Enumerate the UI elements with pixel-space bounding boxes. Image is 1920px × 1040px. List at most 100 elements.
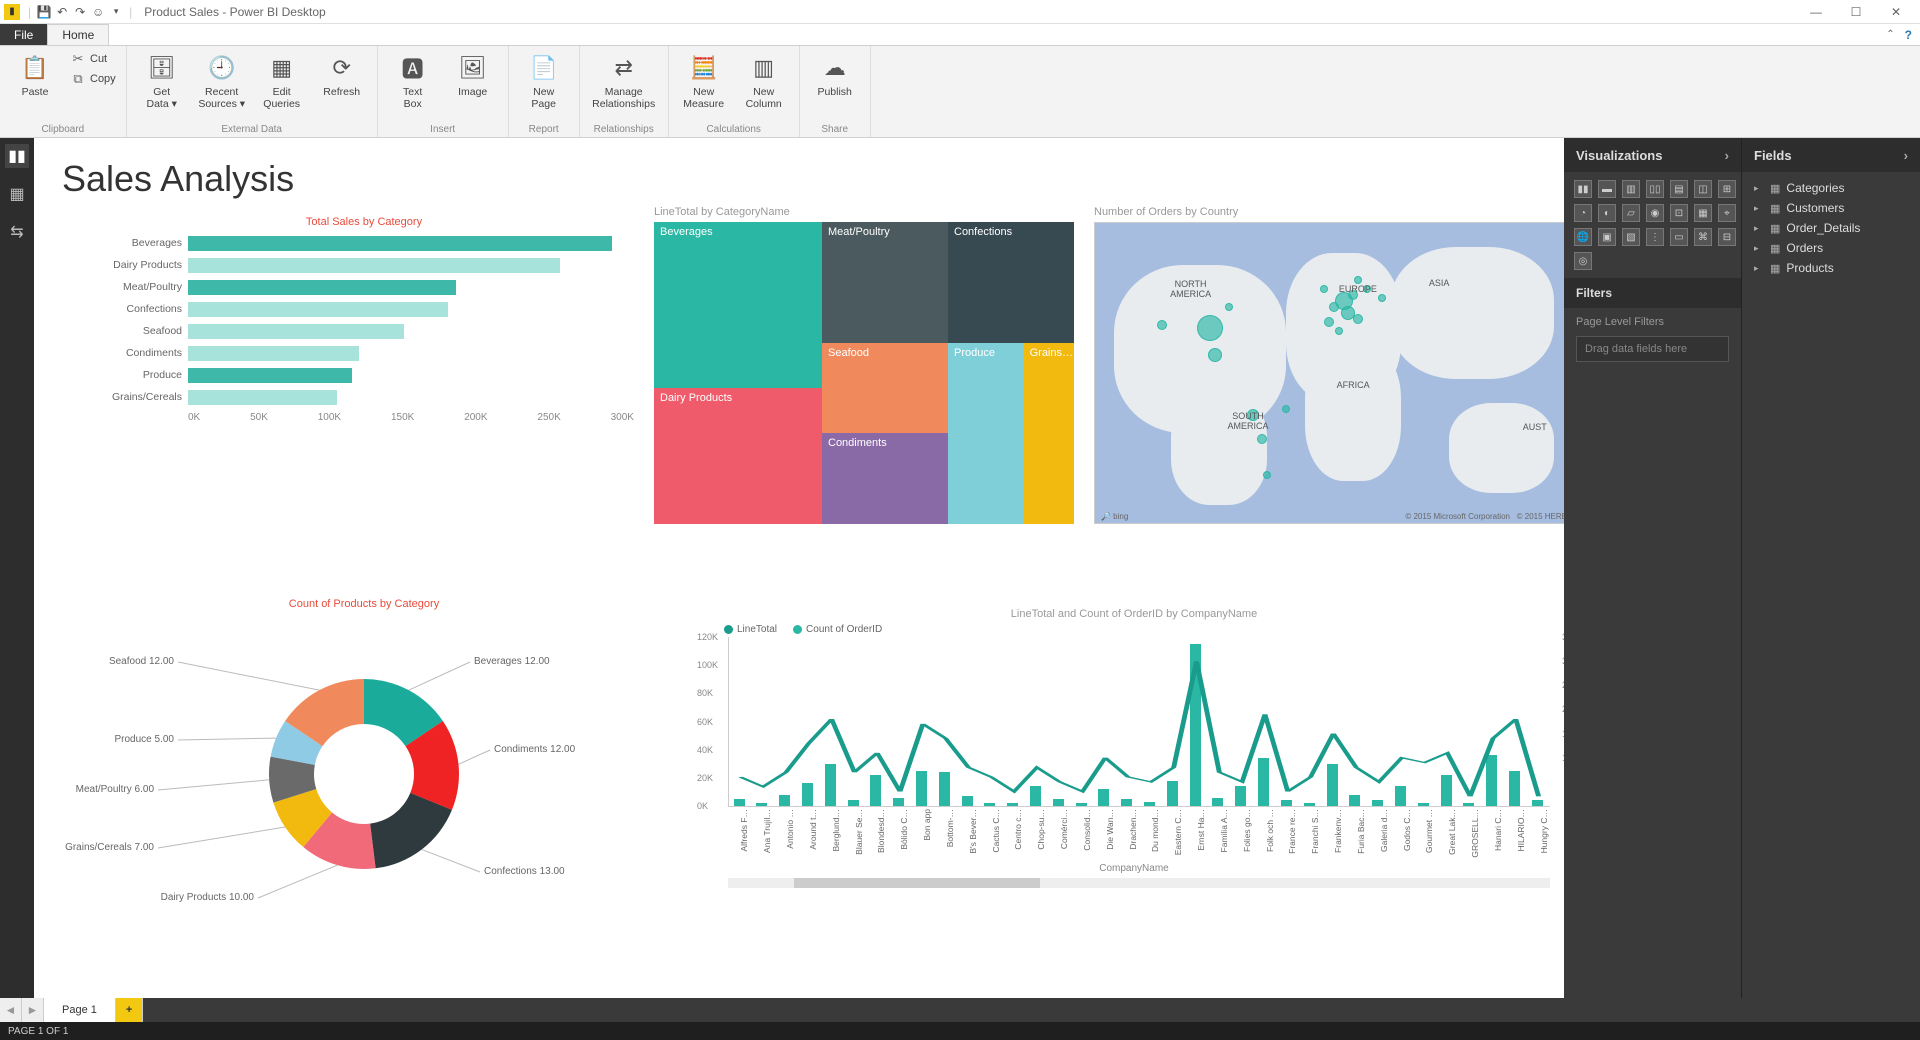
- viz-type-15[interactable]: ▣: [1598, 228, 1616, 246]
- recent-icon: 🕘: [206, 52, 238, 84]
- field-table[interactable]: ▸▦Categories: [1746, 178, 1916, 198]
- chevron-right-icon[interactable]: ›: [1904, 148, 1908, 163]
- publish-button[interactable]: ☁Publish: [808, 48, 862, 98]
- title-bar: ▮ | 💾 ↶ ↷ ☺ ▾ | Product Sales - Power BI…: [0, 0, 1920, 24]
- viz-type-17[interactable]: ⋮: [1646, 228, 1664, 246]
- page-next-button[interactable]: ►: [22, 998, 44, 1022]
- model-view-button[interactable]: ⇆: [5, 220, 29, 244]
- image-button[interactable]: 🖼Image: [446, 48, 500, 98]
- viz-type-1[interactable]: ▬: [1598, 180, 1616, 198]
- view-switcher: ▮▮ ▦ ⇆: [0, 138, 34, 998]
- viz-type-16[interactable]: ▧: [1622, 228, 1640, 246]
- viz-type-12[interactable]: ▦: [1694, 204, 1712, 222]
- chart-total-sales[interactable]: Total Sales by Category BeveragesDairy P…: [94, 216, 634, 423]
- filters-header: Filters: [1564, 278, 1741, 308]
- page-tab-1[interactable]: Page 1: [44, 998, 116, 1022]
- close-button[interactable]: ✕: [1876, 0, 1916, 24]
- qat-dropdown-icon[interactable]: ▾: [107, 3, 125, 21]
- visualizations-pane: Visualizations › ▮▮ ▬ ▥ ▯▯ ▤ ◫ ⊞ ◔ ◐ ▱ ◉ ⊡ ▦ ⌖ 🌐 ▣ ▧ ⋮ ▭ ⌘ ⊟…: [1564, 138, 1742, 998]
- svg-text:Confections 13.00: Confections 13.00: [484, 866, 565, 877]
- chevron-right-icon[interactable]: ›: [1725, 148, 1729, 163]
- fields-list: ▸▦Categories▸▦Customers▸▦Order_Details▸▦…: [1742, 172, 1920, 284]
- paste-button[interactable]: 📋 Paste: [8, 48, 62, 98]
- combo-body: 0K20K40K60K80K100K120K05101520253035Alfr…: [694, 637, 1564, 888]
- help-icon[interactable]: ?: [1905, 28, 1912, 42]
- bar-chart-axis: 0K50K100K150K200K250K300K: [188, 408, 634, 423]
- minimize-button[interactable]: —: [1796, 0, 1836, 24]
- viz-type-11[interactable]: ⊡: [1670, 204, 1688, 222]
- save-icon[interactable]: 💾: [35, 3, 53, 21]
- chart-treemap[interactable]: LineTotal by CategoryName BeveragesDairy…: [654, 206, 1074, 526]
- refresh-icon: ⟳: [326, 52, 358, 84]
- viz-type-14[interactable]: 🌐: [1574, 228, 1592, 246]
- ribbon-collapse-icon[interactable]: ⌃: [1886, 29, 1894, 40]
- visualizations-header[interactable]: Visualizations ›: [1564, 138, 1741, 172]
- viz-type-20[interactable]: ⊟: [1718, 228, 1736, 246]
- report-canvas[interactable]: Sales Analysis Total Sales by Category B…: [34, 138, 1564, 998]
- viz-type-4[interactable]: ▤: [1670, 180, 1688, 198]
- text-box-button[interactable]: 🅰Text Box: [386, 48, 440, 110]
- relationships-icon: ⇄: [608, 52, 640, 84]
- viz-gallery: ▮▮ ▬ ▥ ▯▯ ▤ ◫ ⊞ ◔ ◐ ▱ ◉ ⊡ ▦ ⌖ 🌐 ▣ ▧ ⋮ ▭ ⌘ ⊟ ◎: [1564, 172, 1741, 278]
- undo-icon[interactable]: ↶: [53, 3, 71, 21]
- report-view-button[interactable]: ▮▮: [5, 144, 29, 168]
- recent-sources-button[interactable]: 🕘Recent Sources ▾: [195, 48, 249, 110]
- copy-button[interactable]: ⧉Copy: [68, 70, 118, 88]
- donut-body: Beverages 12.00Condiments 12.00Confectio…: [94, 614, 634, 934]
- field-table[interactable]: ▸▦Products: [1746, 258, 1916, 278]
- viz-type-10[interactable]: ◉: [1646, 204, 1664, 222]
- chart-combo[interactable]: LineTotal and Count of OrderID by Compan…: [694, 608, 1564, 938]
- get-data-button[interactable]: 🗄Get Data ▾: [135, 48, 189, 110]
- viz-type-0[interactable]: ▮▮: [1574, 180, 1592, 198]
- svg-text:Dairy Products 10.00: Dairy Products 10.00: [161, 892, 255, 903]
- status-bar: PAGE 1 OF 1: [0, 1022, 1920, 1040]
- field-table[interactable]: ▸▦Order_Details: [1746, 218, 1916, 238]
- combo-legend: LineTotal Count of OrderID: [724, 624, 1564, 635]
- bar-chart-body: BeveragesDairy ProductsMeat/PoultryConfe…: [94, 232, 634, 408]
- touch-icon[interactable]: ☺: [89, 3, 107, 21]
- tab-file[interactable]: File: [0, 24, 47, 45]
- edit-queries-button[interactable]: ▦Edit Queries: [255, 48, 309, 110]
- filters-drop-zone[interactable]: Drag data fields here: [1576, 336, 1729, 362]
- tab-home[interactable]: Home: [47, 24, 109, 45]
- redo-icon[interactable]: ↷: [71, 3, 89, 21]
- viz-type-21[interactable]: ◎: [1574, 252, 1592, 270]
- column-icon: ▥: [748, 52, 780, 84]
- workspace: ▮▮ ▦ ⇆ Sales Analysis Total Sales by Cat…: [0, 138, 1920, 998]
- map-body[interactable]: NORTHAMERICASOUTHAMERICAEUROPEAFRICAASIA…: [1094, 222, 1564, 524]
- maximize-button[interactable]: ☐: [1836, 0, 1876, 24]
- new-measure-button[interactable]: 🧮New Measure: [677, 48, 731, 110]
- page-title: Sales Analysis: [62, 158, 1536, 200]
- viz-type-8[interactable]: ◐: [1598, 204, 1616, 222]
- page-prev-button[interactable]: ◄: [0, 998, 22, 1022]
- publish-icon: ☁: [819, 52, 851, 84]
- ribbon: 📋 Paste ✂Cut ⧉Copy Clipboard 🗄Get Data ▾…: [0, 46, 1920, 138]
- svg-text:Meat/Poultry 6.00: Meat/Poultry 6.00: [76, 784, 155, 795]
- new-page-button[interactable]: 📄New Page: [517, 48, 571, 110]
- manage-relationships-button[interactable]: ⇄Manage Relationships: [588, 48, 660, 110]
- new-column-button[interactable]: ▥New Column: [737, 48, 791, 110]
- copy-icon: ⧉: [70, 71, 86, 87]
- chart-donut[interactable]: Count of Products by Category Beverages …: [94, 598, 634, 938]
- page-tabs: ◄ ► Page 1 +: [0, 998, 1920, 1022]
- cut-button[interactable]: ✂Cut: [68, 50, 118, 68]
- viz-type-9[interactable]: ▱: [1622, 204, 1640, 222]
- viz-type-6[interactable]: ⊞: [1718, 180, 1736, 198]
- data-view-button[interactable]: ▦: [5, 182, 29, 206]
- fields-header[interactable]: Fields ›: [1742, 138, 1920, 172]
- add-page-button[interactable]: +: [116, 998, 143, 1022]
- field-table[interactable]: ▸▦Customers: [1746, 198, 1916, 218]
- combo-scrollbar[interactable]: [728, 878, 1550, 888]
- treemap-body: BeveragesDairy ProductsMeat/PoultrySeafo…: [654, 222, 1074, 524]
- refresh-button[interactable]: ⟳Refresh: [315, 48, 369, 98]
- viz-type-13[interactable]: ⌖: [1718, 204, 1736, 222]
- viz-type-5[interactable]: ◫: [1694, 180, 1712, 198]
- chart-map[interactable]: Number of Orders by Country NORTHAMERICA…: [1094, 206, 1564, 526]
- viz-type-7[interactable]: ◔: [1574, 204, 1592, 222]
- viz-type-2[interactable]: ▥: [1622, 180, 1640, 198]
- viz-type-3[interactable]: ▯▯: [1646, 180, 1664, 198]
- field-table[interactable]: ▸▦Orders: [1746, 238, 1916, 258]
- app-icon: ▮: [4, 4, 20, 20]
- viz-type-19[interactable]: ⌘: [1694, 228, 1712, 246]
- viz-type-18[interactable]: ▭: [1670, 228, 1688, 246]
